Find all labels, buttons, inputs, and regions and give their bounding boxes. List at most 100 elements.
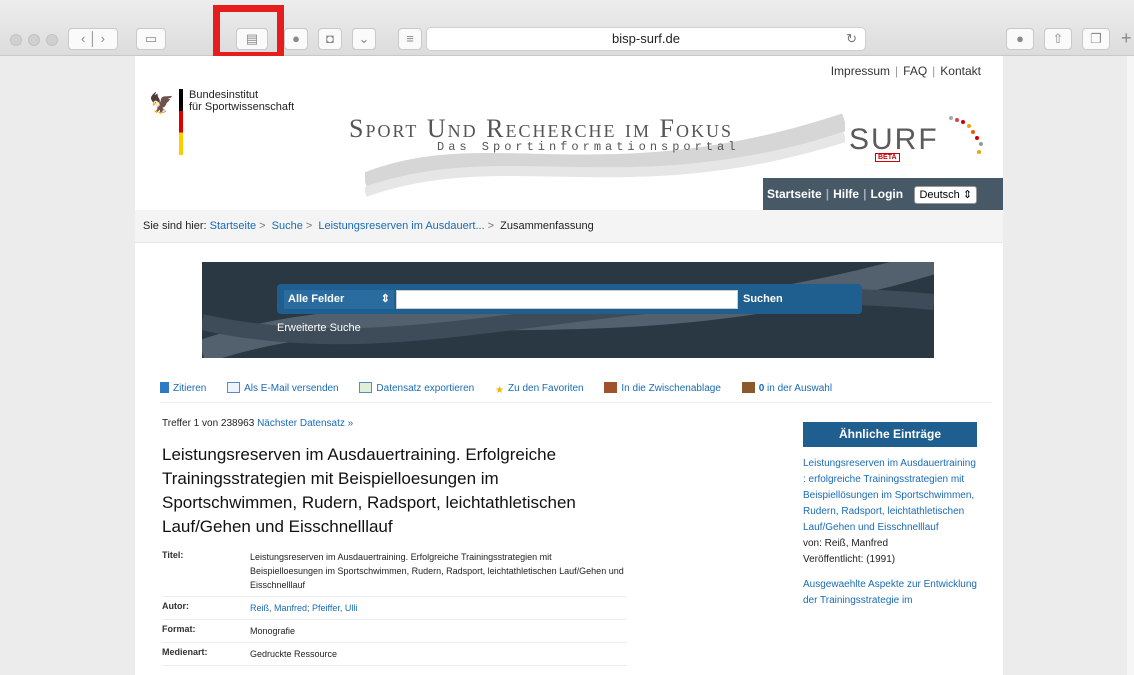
- export-label: Datensatz exportieren: [376, 383, 475, 394]
- new-tab-icon[interactable]: +: [1121, 28, 1132, 49]
- extension-button-1[interactable]: ●: [284, 28, 308, 50]
- institute-name: Bundesinstitut für Sportwissenschaft: [189, 89, 294, 113]
- sidebar-icon: ▭: [144, 31, 158, 46]
- list-icon: ≡: [406, 31, 414, 46]
- meta-label: Autor:: [162, 601, 189, 611]
- briefcase-icon: [741, 382, 755, 393]
- language-value: Deutsch: [919, 188, 960, 201]
- faq-link[interactable]: FAQ: [899, 64, 931, 78]
- meta-value: Leistungsreserven im Ausdauertraining. E…: [250, 552, 624, 590]
- circle-icon: ●: [292, 31, 300, 46]
- reader-button[interactable]: ≡: [398, 28, 422, 50]
- tabs-button[interactable]: ❐: [1082, 28, 1110, 50]
- institute-line-1: Bundesinstitut: [189, 89, 259, 101]
- result-counter: Treffer 1 von 238963 Nächster Datensatz …: [162, 418, 353, 429]
- email-label: Als E-Mail versenden: [244, 383, 339, 394]
- meta-row-author: Autor: Reiß, Manfred; Pfeiffer, Ulli: [162, 597, 627, 620]
- tabs-icon: ❐: [1090, 31, 1102, 46]
- beta-badge: BETA: [875, 153, 900, 162]
- document-icon: [160, 382, 169, 393]
- federal-eagle-icon: 🦅: [149, 93, 174, 115]
- url-text: bisp-surf.de: [612, 31, 680, 46]
- selection-action[interactable]: 0 in der Auswahl: [741, 382, 833, 394]
- search-button[interactable]: Suchen: [743, 290, 783, 309]
- meta-value: Monografie: [250, 626, 296, 636]
- similar-entries-panel: Ähnliche Einträge Leistungsreserven im A…: [803, 422, 977, 609]
- meta-label: Titel:: [162, 550, 184, 560]
- breadcrumb-current: Zusammenfassung: [500, 220, 594, 232]
- pocket-button[interactable]: ⌄: [352, 28, 376, 50]
- next-record-link[interactable]: Nächster Datensatz »: [257, 418, 353, 429]
- clipboard-action[interactable]: In die Zwischenablage: [604, 382, 721, 394]
- record-actions: Zitieren Als E-Mail versenden Datensatz …: [160, 382, 850, 396]
- puzzle-icon: ◘: [326, 31, 334, 46]
- meta-row-title: Titel: Leistungsreserven im Ausdauertrain…: [162, 546, 627, 597]
- record-title: Leistungsreserven im Ausdauertraining. E…: [162, 445, 576, 536]
- search-field-select[interactable]: Alle Felder ⇕: [284, 290, 394, 309]
- nav-hilfe[interactable]: Hilfe: [829, 187, 863, 201]
- cite-action[interactable]: Zitieren: [160, 382, 206, 394]
- meta-row-medium: Medienart: Gedruckte Ressource: [162, 643, 627, 666]
- download-icon: ●: [1016, 31, 1024, 46]
- language-select[interactable]: Deutsch ⇕: [914, 185, 978, 204]
- similar-entry-link[interactable]: Leistungsreserven im Ausdauertraining : …: [803, 458, 976, 533]
- extension-button-2[interactable]: ◘: [318, 28, 342, 50]
- share-icon: ⇧: [1052, 31, 1064, 46]
- surf-logo-text: SURF: [849, 123, 939, 156]
- star-icon: ★: [495, 385, 504, 396]
- address-bar[interactable]: bisp-surf.de ↻: [426, 27, 866, 51]
- site-header: 🦅 Bundesinstitut für Sportwissenschaft I…: [135, 56, 1003, 210]
- downloads-button[interactable]: ●: [1006, 28, 1034, 50]
- cite-label: Zitieren: [173, 383, 207, 394]
- breadcrumb-suche[interactable]: Suche: [272, 220, 303, 232]
- export-icon: [359, 382, 373, 393]
- select-arrows-icon: ⇕: [380, 293, 390, 305]
- impressum-link[interactable]: Impressum: [827, 64, 894, 78]
- meta-label: Medienart:: [162, 647, 208, 657]
- clipboard-icon: [604, 382, 618, 393]
- minimize-window-button[interactable]: [28, 34, 40, 46]
- similar-entry-published: Veröffentlicht: (1991): [803, 554, 896, 565]
- search-input[interactable]: [396, 290, 738, 309]
- breadcrumb-record[interactable]: Leistungsreserven im Ausdauert...: [318, 220, 484, 232]
- divider: [160, 402, 992, 403]
- favorites-label: Zu den Favoriten: [508, 383, 584, 394]
- web-page: 🦅 Bundesinstitut für Sportwissenschaft I…: [135, 56, 1003, 675]
- breadcrumb-startseite[interactable]: Startseite: [210, 220, 256, 232]
- main-nav: Startseite | Hilfe | Login Deutsch ⇕: [763, 178, 1003, 210]
- chevron-right-icon[interactable]: ›: [101, 31, 105, 46]
- similar-entry: Leistungsreserven im Ausdauertraining : …: [803, 456, 977, 568]
- email-action[interactable]: Als E-Mail versenden: [227, 382, 339, 394]
- clipboard-label: In die Zwischenablage: [621, 383, 721, 394]
- reload-icon[interactable]: ↻: [846, 28, 857, 50]
- page-scrollbar[interactable]: [1127, 56, 1134, 675]
- similar-entries-heading: Ähnliche Einträge: [803, 422, 977, 447]
- meta-label: Format:: [162, 624, 196, 634]
- top-links: Impressum | FAQ | Kontakt: [827, 64, 985, 78]
- similar-entry-link[interactable]: Ausgewaehlte Aspekte zur Entwicklung der…: [803, 579, 977, 606]
- similar-entry-author: von: Reiß, Manfred: [803, 538, 889, 549]
- zoom-window-button[interactable]: [46, 34, 58, 46]
- meta-value: Gedruckte Ressource: [250, 649, 338, 659]
- back-forward-buttons[interactable]: ‹ │ ›: [68, 28, 118, 50]
- nav-startseite[interactable]: Startseite: [763, 187, 826, 201]
- meta-row-format: Format: Monografie: [162, 620, 627, 643]
- chevron-left-icon[interactable]: ‹: [81, 31, 85, 46]
- treffer-text: Treffer 1 von 238963: [162, 418, 255, 429]
- nav-login[interactable]: Login: [866, 187, 907, 201]
- pocket-icon: ⌄: [358, 31, 370, 46]
- export-action[interactable]: Datensatz exportieren: [359, 382, 474, 394]
- similar-entry: Ausgewaehlte Aspekte zur Entwicklung der…: [803, 577, 977, 609]
- flag-stripe: [179, 89, 183, 155]
- selection-label: in der Auswahl: [764, 383, 833, 394]
- breadcrumb-prefix: Sie sind hier:: [143, 220, 207, 232]
- sidebar-button[interactable]: ▭: [136, 28, 166, 50]
- share-button[interactable]: ⇧: [1044, 28, 1072, 50]
- search-banner: Alle Felder ⇕ Suchen Erweiterte Suche: [202, 262, 934, 358]
- favorites-action[interactable]: ★ Zu den Favoriten: [495, 383, 584, 396]
- author-links[interactable]: Reiß, Manfred; Pfeiffer, Ulli: [250, 603, 357, 613]
- kontakt-link[interactable]: Kontakt: [936, 64, 985, 78]
- close-window-button[interactable]: [10, 34, 22, 46]
- advanced-search-link[interactable]: Erweiterte Suche: [277, 322, 361, 334]
- hero-subtitle: Das Sportinformationsportal: [437, 140, 740, 154]
